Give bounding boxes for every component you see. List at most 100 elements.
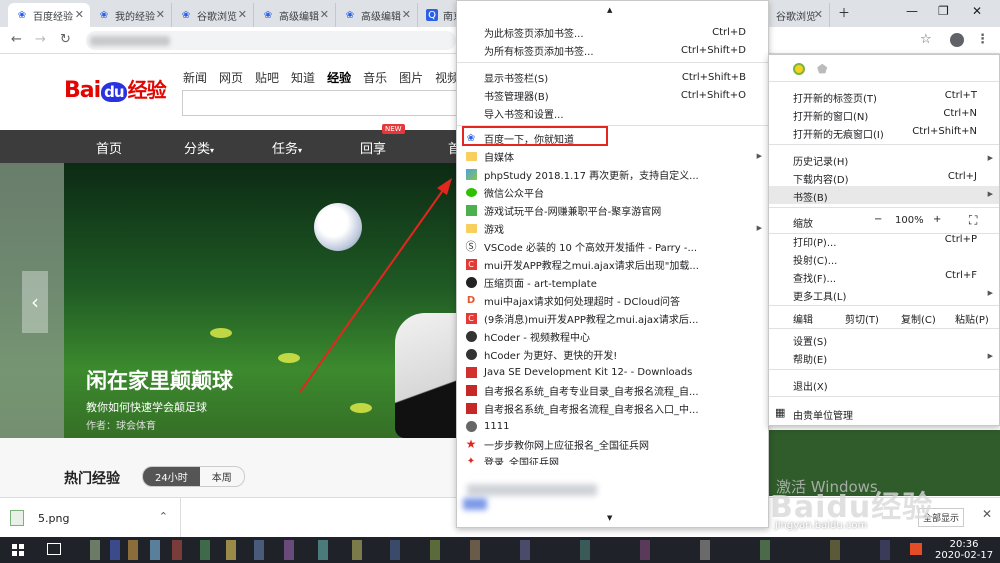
taskbar-app[interactable] [318, 540, 328, 560]
menu-item-help[interactable]: 帮助(E) ▶ [769, 348, 999, 366]
bookmark-item[interactable]: D mui中ajax请求如何处理超时 - DCloud问答 [457, 291, 768, 309]
chevron-up-icon[interactable]: ⌃ [159, 510, 168, 523]
bookmark-item[interactable]: Java SE Development Kit 12- - Downloads [457, 363, 768, 381]
menu-item-find[interactable]: 查找(F)... Ctrl+F [769, 267, 999, 285]
reload-button[interactable]: ↻ [60, 32, 71, 47]
taskbar-app[interactable] [150, 540, 160, 560]
forward-button[interactable]: → [35, 32, 46, 47]
bookmark-item[interactable]: 压缩页面 - art-template [457, 273, 768, 291]
close-icon[interactable]: ✕ [238, 8, 247, 21]
bookmark-folder[interactable]: 游戏 ▶ [457, 219, 768, 237]
profile-avatar[interactable] [950, 33, 964, 47]
task-view-icon[interactable] [47, 543, 61, 555]
back-button[interactable]: ← [11, 32, 22, 47]
menu-item-bookmark-this-tab[interactable]: 为此标签页添加书签... Ctrl+D [457, 23, 768, 41]
star-icon[interactable]: ☆ [920, 32, 932, 47]
new-tab-button[interactable]: ＋ [838, 4, 850, 21]
taskbar-app[interactable] [172, 540, 182, 560]
window-close-button[interactable]: ✕ [972, 4, 982, 18]
bookmark-item[interactable]: hCoder 为更好、更快的开发! [457, 345, 768, 363]
download-item[interactable]: 5.png ⌃ [10, 506, 178, 530]
taskbar-app[interactable] [226, 540, 236, 560]
chrome-menu-button[interactable]: ⋮ [976, 32, 989, 47]
paste-button[interactable]: 粘贴(P) [955, 311, 989, 326]
taskbar-app[interactable] [520, 540, 530, 560]
menu-item-exit[interactable]: 退出(X) [769, 375, 999, 393]
menu-item-show-bookmarks-bar[interactable]: 显示书签栏(S) Ctrl+Shift+B [457, 68, 768, 86]
taskbar-app[interactable] [390, 540, 400, 560]
hero-title[interactable]: 闲在家里颠颠球 [86, 365, 233, 395]
bookmark-item[interactable]: 自考报名系统_自考专业目录_自考报名流程_自... [457, 381, 768, 399]
minimize-button[interactable]: — [906, 4, 918, 18]
bookmark-item[interactable]: 游戏试玩平台-网赚兼职平台-聚享游官网 [457, 201, 768, 219]
bookmark-item[interactable]: ★ 一步步教你网上应征报名_全国征兵网 [457, 435, 768, 453]
hot-tab-24h[interactable]: 24小时 [143, 467, 200, 486]
taskbar-app[interactable] [430, 540, 440, 560]
system-clock[interactable]: 20:36 2020-02-17 [935, 539, 993, 561]
bookmark-item[interactable]: phpStudy 2018.1.17 再次更新，支持自定义... [457, 165, 768, 183]
fullscreen-icon[interactable]: ⛶ [969, 213, 977, 228]
hot-tab-week[interactable]: 本周 [200, 467, 244, 486]
menu-item-new-tab[interactable]: 打开新的标签页(T) Ctrl+T [769, 87, 999, 105]
menu-item-new-window[interactable]: 打开新的窗口(N) Ctrl+N [769, 105, 999, 123]
menu-item-more-tools[interactable]: 更多工具(L) ▶ [769, 285, 999, 303]
bookmark-folder[interactable]: 自媒体 ▶ [457, 147, 768, 165]
menu-item-print[interactable]: 打印(P)... Ctrl+P [769, 231, 999, 249]
chevron-left-icon[interactable]: ‹ [22, 271, 48, 333]
menu-category[interactable]: 分类▾ [184, 138, 214, 157]
tab-baidu-jingyan[interactable]: ❀ 百度经验 ✕ [8, 3, 90, 27]
taskbar-app[interactable] [352, 540, 362, 560]
bookmark-item[interactable]: C mui开发APP教程之mui.ajax请求后出现"加载... [457, 255, 768, 273]
close-icon[interactable]: ✕ [814, 8, 823, 21]
tab-advanced-edit[interactable]: ❀ 高级编辑 ✕ [254, 3, 336, 27]
search-input[interactable] [182, 90, 462, 116]
scroll-down-icon[interactable]: ▼ [607, 514, 612, 522]
menu-item-settings[interactable]: 设置(S) [769, 330, 999, 348]
menu-item-bookmark-manager[interactable]: 书签管理器(B) Ctrl+Shift+O [457, 86, 768, 104]
tag-icon[interactable]: ⬟ [817, 62, 827, 76]
topnav-web[interactable]: 网页 [219, 69, 243, 86]
topnav-jingyan[interactable]: 经验 [327, 69, 351, 86]
menu-item-incognito[interactable]: 打开新的无痕窗口(I) Ctrl+Shift+N [769, 123, 999, 141]
menu-task[interactable]: 任务▾ [272, 138, 302, 157]
menu-home[interactable]: 首页 [96, 138, 122, 157]
menu-item-cast[interactable]: 投射(C)... [769, 249, 999, 267]
menu-item-managed-by-org[interactable]: ▦ 由贵单位管理 [769, 404, 999, 422]
topnav-music[interactable]: 音乐 [363, 69, 387, 86]
hero-banner[interactable]: ‹ 闲在家里颠颠球 教你如何快速学会颠足球 作者：球会体育 [0, 163, 460, 438]
topnav-zhidao[interactable]: 知道 [291, 69, 315, 86]
taskbar-app[interactable] [470, 540, 480, 560]
bookmark-item[interactable]: Ⓢ VSCode 必装的 10 个高效开发插件 - Parry -... [457, 237, 768, 255]
taskbar-app[interactable] [90, 540, 100, 560]
restore-button[interactable]: ❐ [938, 4, 949, 18]
topnav-tieba[interactable]: 贴吧 [255, 69, 279, 86]
tab-my-jingyan[interactable]: ❀ 我的经验 ✕ [90, 3, 172, 27]
bookmark-item[interactable]: C (9条消息)mui开发APP教程之mui.ajax请求后... [457, 309, 768, 327]
taskbar-app[interactable] [110, 540, 120, 560]
tab-advanced-edit-2[interactable]: ❀ 高级编辑 ✕ [336, 3, 418, 27]
close-icon[interactable]: ✕ [982, 507, 992, 521]
tab-nanjing[interactable]: Q 南京 [418, 3, 458, 27]
bookmark-item[interactable]: 自考报名系统_自考报名流程_自考报名入口_中... [457, 399, 768, 417]
close-icon[interactable]: ✕ [156, 8, 165, 21]
bookmark-item[interactable]: hCoder - 视频教程中心 [457, 327, 768, 345]
html5-icon[interactable] [910, 543, 922, 555]
menu-item-downloads[interactable]: 下载内容(D) Ctrl+J [769, 168, 999, 186]
taskbar-app[interactable] [200, 540, 210, 560]
cut-button[interactable]: 剪切(T) [845, 311, 879, 326]
taskbar-app[interactable] [760, 540, 770, 560]
tab-google-browser-2[interactable]: 谷歌浏览 ✕ [768, 3, 830, 27]
topnav-news[interactable]: 新闻 [183, 69, 207, 86]
taskbar-app[interactable] [284, 540, 294, 560]
taskbar-app[interactable] [700, 540, 710, 560]
topnav-images[interactable]: 图片 [399, 69, 423, 86]
menu-item-bookmark-all-tabs[interactable]: 为所有标签页添加书签... Ctrl+Shift+D [457, 41, 768, 59]
menu-item-bookmarks[interactable]: 书签(B) ▶ [769, 186, 999, 204]
close-icon[interactable]: ✕ [320, 8, 329, 21]
close-icon[interactable]: ✕ [75, 8, 84, 21]
taskbar-app[interactable] [880, 540, 890, 560]
taskbar-app[interactable] [640, 540, 650, 560]
windows-start-icon[interactable] [12, 544, 24, 556]
address-bar[interactable] [86, 31, 456, 50]
bookmark-item[interactable]: 微信公众平台 [457, 183, 768, 201]
